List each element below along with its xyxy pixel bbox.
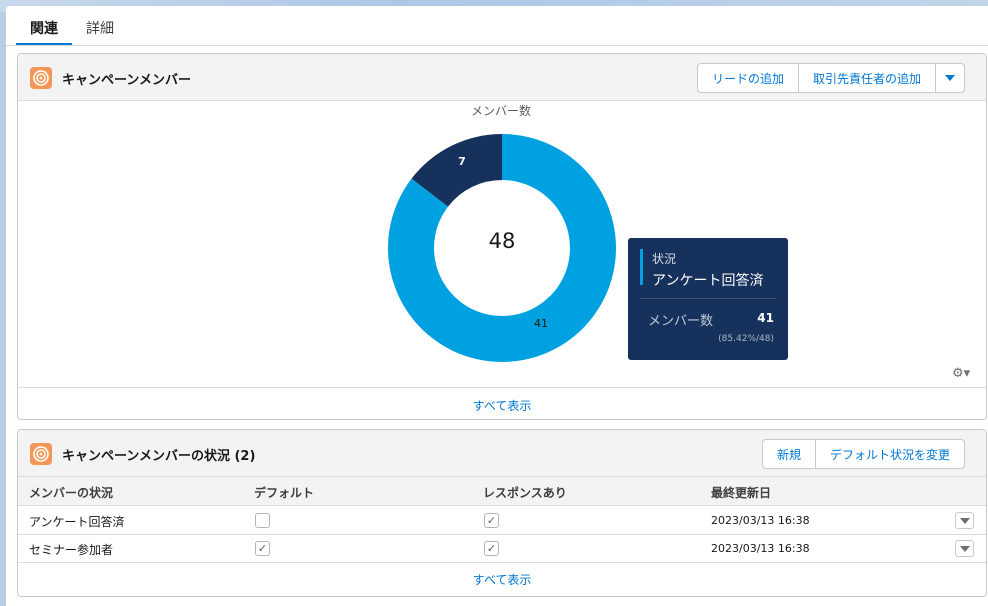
view-all-link[interactable]: すべて表示	[18, 571, 986, 588]
chevron-down-icon	[959, 517, 970, 524]
table-row: アンケート回答済 ✓ 2023/03/13 16:38	[18, 507, 986, 535]
default-checkbox	[255, 513, 270, 528]
chart-settings-gear-icon[interactable]: ⚙▾	[952, 366, 970, 381]
chevron-down-icon	[944, 71, 956, 85]
chart-tooltip: 状況 アンケート回答済 メンバー数 41 (85.42%/48)	[628, 238, 788, 360]
donut-center-total: 48	[489, 229, 516, 253]
row-actions-button[interactable]	[955, 512, 974, 529]
default-checkbox: ✓	[255, 541, 270, 556]
tooltip-dimension-label: 状況	[652, 252, 677, 266]
tabs-divider	[6, 45, 988, 46]
tooltip-divider	[640, 298, 776, 299]
modified-cell: 2023/03/13 16:38	[711, 542, 810, 555]
tooltip-color-bar	[640, 249, 643, 285]
slice-label: 41	[534, 317, 548, 330]
members-actions: リードの追加 取引先責任者の追加	[697, 63, 966, 93]
responded-checkbox: ✓	[484, 513, 499, 528]
tooltip-measure-label: メンバー数	[648, 314, 714, 329]
column-header-default[interactable]: デフォルト	[254, 484, 314, 501]
member-status-card: キャンペーンメンバーの状況 (2) 新規 デフォルト状況を変更 メンバーの状況 …	[17, 429, 987, 597]
slice-label: 7	[458, 155, 466, 168]
responded-checkbox: ✓	[484, 541, 499, 556]
change-default-status-button[interactable]: デフォルト状況を変更	[815, 439, 966, 469]
add-lead-button[interactable]: リードの追加	[697, 63, 800, 93]
column-header-status[interactable]: メンバーの状況	[29, 484, 113, 501]
chevron-down-icon	[959, 545, 970, 552]
donut-chart: 48 41 7	[387, 134, 616, 362]
view-all-link[interactable]: すべて表示	[18, 397, 986, 414]
card-title: キャンペーンメンバーの状況 (2)	[62, 449, 256, 464]
card-title: キャンペーンメンバー	[62, 73, 191, 88]
table-row: セミナー参加者 ✓ ✓ 2023/03/13 16:38	[18, 535, 986, 563]
campaign-icon	[30, 443, 52, 465]
tab-details[interactable]: 詳細	[72, 6, 128, 46]
row-actions-button[interactable]	[955, 540, 974, 557]
tooltip-measure-value: 41	[757, 311, 774, 325]
column-header-responded[interactable]: レスポンスあり	[483, 484, 567, 501]
card-footer-divider	[18, 387, 986, 388]
new-button[interactable]: 新規	[762, 439, 817, 469]
tab-related[interactable]: 関連	[16, 6, 72, 46]
add-contact-button[interactable]: 取引先責任者の追加	[798, 63, 937, 93]
modified-cell: 2023/03/13 16:38	[711, 514, 810, 527]
tooltip-dimension-value: アンケート回答済	[652, 273, 764, 289]
status-cell: セミナー参加者	[29, 543, 114, 557]
page: 関連 詳細 キャンペーンメンバー リードの追加 取引先責任者の追加 メンバー数 …	[6, 6, 988, 606]
status-cell: アンケート回答済	[29, 515, 125, 529]
card-header: キャンペーンメンバー リードの追加 取引先責任者の追加	[18, 54, 986, 101]
more-actions-button[interactable]	[935, 63, 966, 93]
campaign-icon	[30, 67, 52, 89]
column-header-modified[interactable]: 最終更新日	[711, 484, 771, 501]
status-actions: 新規 デフォルト状況を変更	[762, 439, 966, 469]
campaign-members-card: キャンペーンメンバー リードの追加 取引先責任者の追加 メンバー数 48 41 …	[17, 53, 987, 420]
table-header: メンバーの状況 デフォルト レスポンスあり 最終更新日	[18, 477, 986, 506]
card-header: キャンペーンメンバーの状況 (2) 新規 デフォルト状況を変更	[18, 430, 986, 477]
tab-bar: 関連 詳細	[16, 6, 128, 46]
tooltip-percent: (85.42%/48)	[718, 334, 774, 344]
